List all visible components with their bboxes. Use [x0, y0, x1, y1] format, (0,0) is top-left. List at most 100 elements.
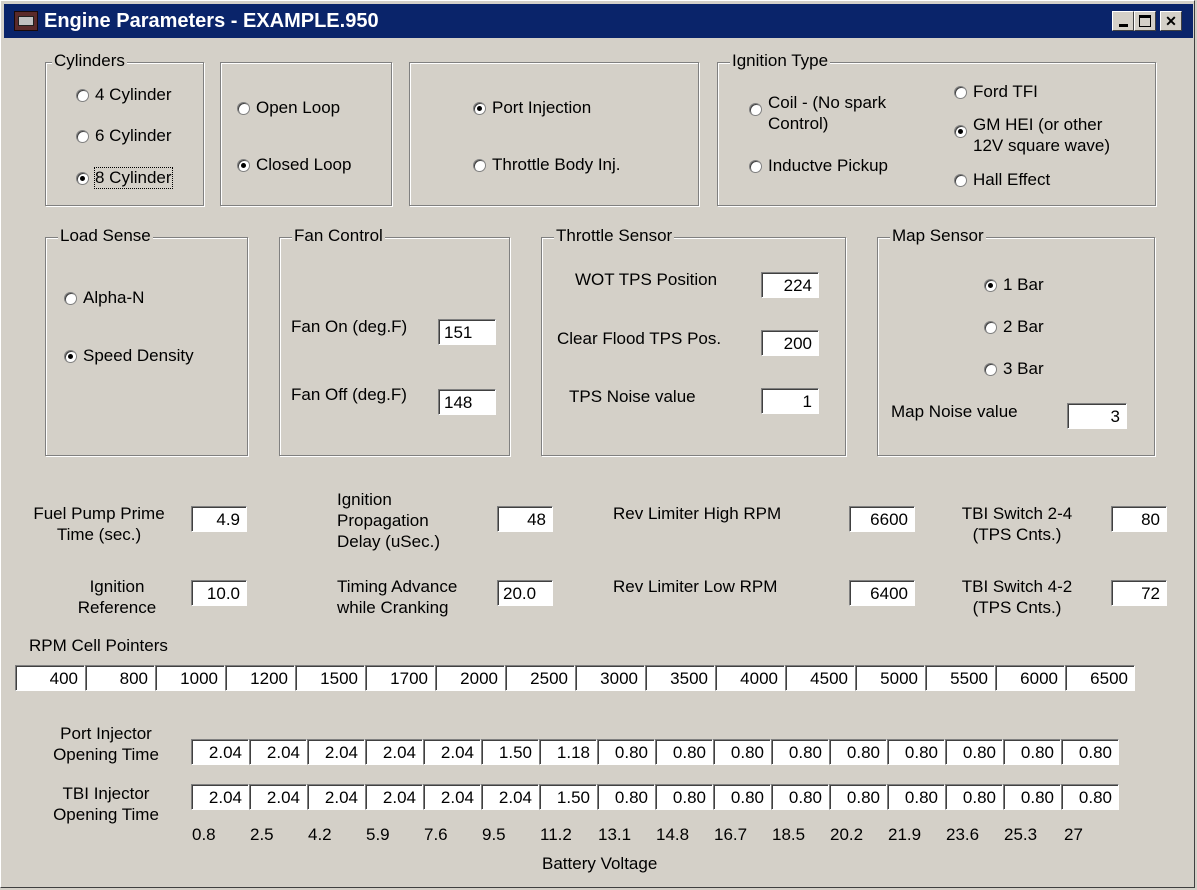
ignition-propagation-field[interactable]: 48 — [497, 506, 553, 532]
tbi-injector-cell-8[interactable]: 0.80 — [597, 784, 655, 810]
tbi-injector-cell-13[interactable]: 0.80 — [887, 784, 945, 810]
rpm-cell-4[interactable]: 1200 — [225, 665, 295, 691]
tbi-injector-cell-4[interactable]: 2.04 — [365, 784, 423, 810]
port-injector-cell-9[interactable]: 0.80 — [655, 739, 713, 765]
tbi-injector-cell-2[interactable]: 2.04 — [249, 784, 307, 810]
port-injector-cell-16[interactable]: 0.80 — [1061, 739, 1119, 765]
radio-circle[interactable] — [954, 174, 967, 187]
tbi-switch-4-2-field[interactable]: 72 — [1111, 580, 1167, 606]
port-injector-cell-10[interactable]: 0.80 — [713, 739, 771, 765]
radio-circle[interactable] — [749, 103, 762, 116]
tbi-injector-cell-7[interactable]: 1.50 — [539, 784, 597, 810]
port-injector-cell-8[interactable]: 0.80 — [597, 739, 655, 765]
port-injector-cell-2[interactable]: 2.04 — [249, 739, 307, 765]
fan-on-field[interactable]: 151 — [438, 319, 496, 345]
ignition-reference-field[interactable]: 10.0 — [191, 580, 247, 606]
rpm-cell-8[interactable]: 2500 — [505, 665, 575, 691]
radio-speed-density[interactable]: Speed Density — [64, 346, 194, 366]
port-injector-cell-7[interactable]: 1.18 — [539, 739, 597, 765]
tbi-injector-cell-12[interactable]: 0.80 — [829, 784, 887, 810]
radio-circle-selected[interactable] — [954, 125, 967, 138]
map-noise-field[interactable]: 3 — [1067, 403, 1127, 429]
radio-circle[interactable] — [64, 292, 77, 305]
radio-circle-selected[interactable] — [984, 279, 997, 292]
tbi-injector-cell-1[interactable]: 2.04 — [191, 784, 249, 810]
radio-port-injection[interactable]: Port Injection — [473, 98, 591, 118]
radio-coil[interactable]: Coil - (No spark Control) — [749, 92, 886, 134]
radio-circle[interactable] — [473, 159, 486, 172]
fuel-pump-prime-field[interactable]: 4.9 — [191, 506, 247, 532]
radio-open-loop[interactable]: Open Loop — [237, 98, 340, 118]
port-injector-cell-11[interactable]: 0.80 — [771, 739, 829, 765]
port-injector-cell-6[interactable]: 1.50 — [481, 739, 539, 765]
radio-circle[interactable] — [76, 130, 89, 143]
rpm-cell-11[interactable]: 4000 — [715, 665, 785, 691]
radio-gm-hei[interactable]: GM HEI (or other 12V square wave) — [954, 114, 1110, 156]
port-injector-cell-4[interactable]: 2.04 — [365, 739, 423, 765]
radio-4-cylinder[interactable]: 4 Cylinder — [76, 85, 172, 105]
clear-flood-field[interactable]: 200 — [761, 330, 819, 356]
tbi-injector-cell-5[interactable]: 2.04 — [423, 784, 481, 810]
rpm-cell-16[interactable]: 6500 — [1065, 665, 1135, 691]
tbi-switch-2-4-field[interactable]: 80 — [1111, 506, 1167, 532]
radio-circle[interactable] — [954, 86, 967, 99]
rpm-cell-2[interactable]: 800 — [85, 665, 155, 691]
rpm-cell-9[interactable]: 3000 — [575, 665, 645, 691]
radio-circle[interactable] — [984, 363, 997, 376]
rpm-cell-5[interactable]: 1500 — [295, 665, 365, 691]
tps-noise-field[interactable]: 1 — [761, 388, 819, 414]
wot-tps-field[interactable]: 224 — [761, 272, 819, 298]
rpm-cell-15[interactable]: 6000 — [995, 665, 1065, 691]
radio-circle[interactable] — [76, 89, 89, 102]
timing-advance-field[interactable]: 20.0 — [497, 580, 553, 606]
tbi-injector-cell-3[interactable]: 2.04 — [307, 784, 365, 810]
port-injector-cell-1[interactable]: 2.04 — [191, 739, 249, 765]
port-injector-cell-3[interactable]: 2.04 — [307, 739, 365, 765]
radio-8-cylinder[interactable]: 8 Cylinder — [76, 167, 173, 189]
title-bar[interactable]: Engine Parameters - EXAMPLE.950 ✕ — [4, 4, 1193, 38]
radio-2-bar[interactable]: 2 Bar — [984, 317, 1044, 337]
radio-circle-selected[interactable] — [473, 102, 486, 115]
tbi-injector-cell-14[interactable]: 0.80 — [945, 784, 1003, 810]
tbi-injector-cell-6[interactable]: 2.04 — [481, 784, 539, 810]
port-injector-cell-14[interactable]: 0.80 — [945, 739, 1003, 765]
maximize-button[interactable] — [1134, 11, 1156, 31]
rev-limiter-high-field[interactable]: 6600 — [849, 506, 915, 532]
minimize-button[interactable] — [1112, 11, 1134, 31]
port-injector-cell-15[interactable]: 0.80 — [1003, 739, 1061, 765]
radio-ford-tfi[interactable]: Ford TFI — [954, 82, 1038, 102]
rpm-cell-13[interactable]: 5000 — [855, 665, 925, 691]
rpm-cell-1[interactable]: 400 — [15, 665, 85, 691]
port-injector-cell-13[interactable]: 0.80 — [887, 739, 945, 765]
rpm-cell-7[interactable]: 2000 — [435, 665, 505, 691]
tbi-injector-cell-15[interactable]: 0.80 — [1003, 784, 1061, 810]
close-button[interactable]: ✕ — [1160, 11, 1182, 31]
rpm-cell-12[interactable]: 4500 — [785, 665, 855, 691]
radio-alpha-n[interactable]: Alpha-N — [64, 288, 144, 308]
radio-circle-selected[interactable] — [64, 350, 77, 363]
rpm-cell-10[interactable]: 3500 — [645, 665, 715, 691]
radio-inductive-pickup[interactable]: Inductve Pickup — [749, 156, 888, 176]
radio-throttle-body[interactable]: Throttle Body Inj. — [473, 155, 621, 175]
radio-6-cylinder[interactable]: 6 Cylinder — [76, 126, 172, 146]
radio-3-bar[interactable]: 3 Bar — [984, 359, 1044, 379]
port-injector-cell-12[interactable]: 0.80 — [829, 739, 887, 765]
tbi-injector-cell-11[interactable]: 0.80 — [771, 784, 829, 810]
tbi-injector-cell-9[interactable]: 0.80 — [655, 784, 713, 810]
radio-1-bar[interactable]: 1 Bar — [984, 275, 1044, 295]
radio-circle[interactable] — [237, 102, 250, 115]
rpm-cell-6[interactable]: 1700 — [365, 665, 435, 691]
tbi-injector-cell-10[interactable]: 0.80 — [713, 784, 771, 810]
tbi-injector-cell-16[interactable]: 0.80 — [1061, 784, 1119, 810]
radio-circle[interactable] — [749, 160, 762, 173]
radio-circle[interactable] — [984, 321, 997, 334]
radio-hall-effect[interactable]: Hall Effect — [954, 170, 1050, 190]
radio-circle-selected[interactable] — [76, 172, 89, 185]
rpm-cell-14[interactable]: 5500 — [925, 665, 995, 691]
radio-closed-loop[interactable]: Closed Loop — [237, 155, 351, 175]
app-icon[interactable] — [14, 11, 38, 31]
port-injector-cell-5[interactable]: 2.04 — [423, 739, 481, 765]
radio-circle-selected[interactable] — [237, 159, 250, 172]
rev-limiter-low-field[interactable]: 6400 — [849, 580, 915, 606]
fan-off-field[interactable]: 148 — [438, 389, 496, 415]
